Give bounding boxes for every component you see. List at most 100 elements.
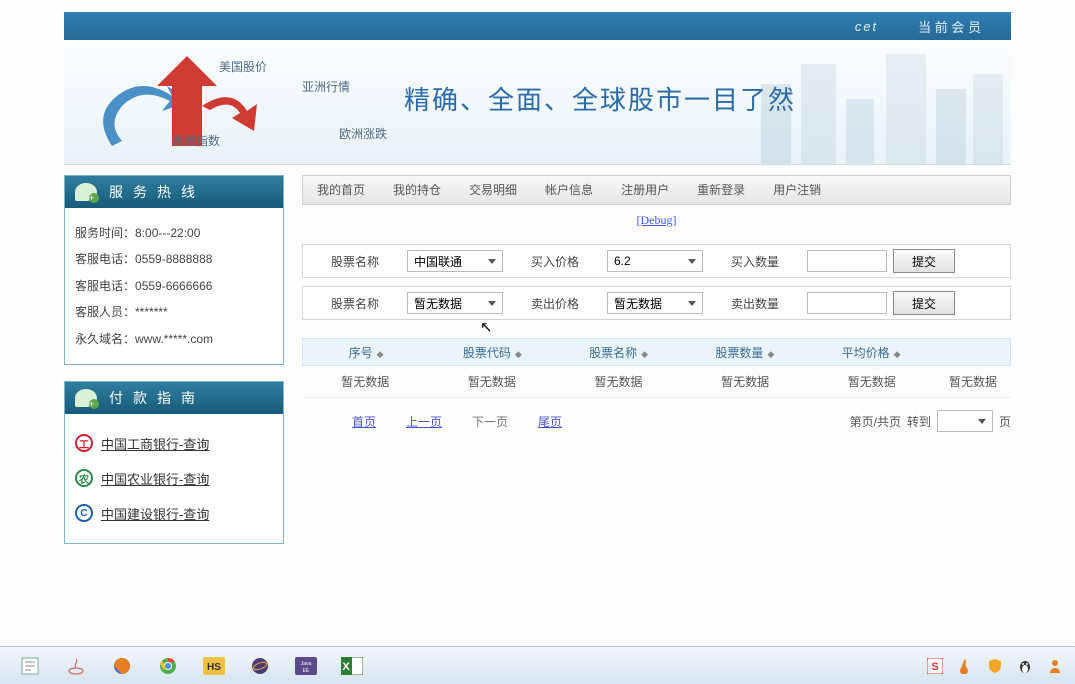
- td-empty: 暂无数据: [682, 373, 809, 390]
- th-seq[interactable]: 序号◆: [303, 344, 429, 361]
- th-qty[interactable]: 股票数量◆: [682, 344, 808, 361]
- flame-icon: [957, 658, 973, 674]
- brand-cet: cet: [855, 19, 878, 34]
- buy-qty-label: 买入数量: [709, 253, 801, 270]
- main-nav: 我的首页 我的持仓 交易明细 帐户信息 注册用户 重新登录 用户注销: [302, 175, 1011, 205]
- payguide-panel: 付款指南 工 中国工商银行-查询 农 中国农业银行-查询 C 中国建设银行-查询: [64, 381, 284, 544]
- hotline-title: 服务热线: [65, 176, 283, 208]
- main-area: 我的首页 我的持仓 交易明细 帐户信息 注册用户 重新登录 用户注销 [Debu…: [302, 175, 1011, 560]
- tray-icon-2[interactable]: [953, 651, 977, 681]
- pager-next[interactable]: 下一页: [472, 413, 508, 430]
- phone1-value: 0559-8888888: [135, 252, 212, 266]
- sell-submit-button[interactable]: 提交: [893, 291, 955, 315]
- buy-submit-button[interactable]: 提交: [893, 249, 955, 273]
- debug-row: [Debug]: [302, 205, 1011, 236]
- current-member-link[interactable]: 当 前 会 员: [918, 17, 981, 36]
- hotline-panel: 服务热线 服务时间：8:00---22:00 客服电话：0559-8888888…: [64, 175, 284, 365]
- svg-text:EE: EE: [303, 668, 310, 674]
- chevron-down-icon: [488, 259, 496, 264]
- hotline-body: 服务时间：8:00---22:00 客服电话：0559-8888888 客服电话…: [65, 208, 283, 364]
- sell-qty-input[interactable]: [807, 292, 887, 314]
- nav-home[interactable]: 我的首页: [303, 176, 379, 204]
- pager-goto-label: 转到: [907, 413, 931, 430]
- nav-relogin[interactable]: 重新登录: [683, 176, 759, 204]
- taskbar-app-8[interactable]: X: [330, 651, 374, 681]
- bank-link-ccb[interactable]: 中国建设银行-查询: [101, 504, 209, 523]
- holdings-table-head: 序号◆ 股票代码◆ 股票名称◆ 股票数量◆ 平均价格◆: [302, 338, 1011, 366]
- header-bar: cet 当 前 会 员: [64, 12, 1011, 40]
- ccb-icon: C: [75, 504, 93, 522]
- chrome-icon: [158, 656, 178, 676]
- buy-row: 股票名称 中国联通 买入价格 6.2 买入数量 提交: [302, 244, 1011, 278]
- taskbar-app-6[interactable]: [238, 651, 282, 681]
- phone2-value: 0559-6666666: [135, 279, 212, 293]
- taskbar-app-3[interactable]: [100, 651, 144, 681]
- pager-page-suffix: 页: [999, 413, 1011, 430]
- bank-item-ccb[interactable]: C 中国建设银行-查询: [75, 496, 273, 531]
- bubble-icon: [75, 183, 97, 201]
- banner-label-hk: 香港指数: [172, 132, 220, 149]
- bubble-icon: [75, 389, 97, 407]
- taskbar-app-5[interactable]: HS: [192, 651, 236, 681]
- th-name[interactable]: 股票名称◆: [556, 344, 682, 361]
- service-time-label: 服务时间：: [75, 220, 135, 246]
- sell-price-label: 卖出价格: [509, 295, 601, 312]
- buy-name-label: 股票名称: [309, 253, 401, 270]
- taskbar-app-4[interactable]: [146, 651, 190, 681]
- icbc-icon: 工: [75, 434, 93, 452]
- sogou-icon: S: [927, 658, 943, 674]
- sort-icon: ◆: [377, 349, 384, 359]
- sort-icon: ◆: [515, 349, 522, 359]
- pager-goto-select[interactable]: [937, 410, 993, 432]
- bank-link-abc[interactable]: 中国农业银行-查询: [101, 469, 209, 488]
- notepad-icon: [20, 656, 40, 676]
- banner-label-asia: 亚洲行情: [302, 78, 350, 95]
- banner-label-eu: 欧洲涨跌: [339, 125, 387, 142]
- pager-last[interactable]: 尾页: [538, 413, 562, 430]
- bank-list: 工 中国工商银行-查询 农 中国农业银行-查询 C 中国建设银行-查询: [65, 414, 283, 543]
- shield-icon: [987, 658, 1003, 674]
- sell-qty-label: 卖出数量: [709, 295, 801, 312]
- sell-name-select[interactable]: 暂无数据: [407, 292, 503, 314]
- chevron-down-icon: [688, 301, 696, 306]
- th-avg[interactable]: 平均价格◆: [808, 344, 934, 361]
- debug-link[interactable]: [Debug]: [637, 213, 677, 227]
- nav-account[interactable]: 帐户信息: [531, 176, 607, 204]
- th-code[interactable]: 股票代码◆: [429, 344, 555, 361]
- svg-text:X: X: [342, 661, 350, 673]
- sell-name-label: 股票名称: [309, 295, 401, 312]
- abc-icon: 农: [75, 469, 93, 487]
- pager: 首页 上一页 下一页 尾页 第页/共页 转到 页: [302, 398, 1011, 444]
- tray-icon-3[interactable]: [983, 651, 1007, 681]
- tray-icon-5[interactable]: [1043, 651, 1067, 681]
- pager-first[interactable]: 首页: [352, 413, 376, 430]
- staff-value: *******: [135, 305, 168, 319]
- sell-price-select[interactable]: 暂无数据: [607, 292, 703, 314]
- td-empty: 暂无数据: [808, 373, 935, 390]
- taskbar-app-1[interactable]: [8, 651, 52, 681]
- buy-price-select[interactable]: 6.2: [607, 250, 703, 272]
- nav-logout[interactable]: 用户注销: [759, 176, 835, 204]
- buy-qty-input[interactable]: [807, 250, 887, 272]
- nav-holdings[interactable]: 我的持仓: [379, 176, 455, 204]
- taskbar-app-2[interactable]: [54, 651, 98, 681]
- buy-name-select[interactable]: 中国联通: [407, 250, 503, 272]
- tray-sogou[interactable]: S: [923, 651, 947, 681]
- tray-icon-4[interactable]: [1013, 651, 1037, 681]
- payguide-title: 付款指南: [65, 382, 283, 414]
- sidebar: 服务热线 服务时间：8:00---22:00 客服电话：0559-8888888…: [64, 175, 284, 560]
- banner-label-us: 美国股价: [219, 58, 267, 75]
- svg-text:HS: HS: [207, 662, 221, 673]
- taskbar: HS JavaEE X S: [0, 646, 1075, 684]
- bank-item-icbc[interactable]: 工 中国工商银行-查询: [75, 426, 273, 461]
- svg-text:S: S: [931, 661, 938, 673]
- pager-prev[interactable]: 上一页: [406, 413, 442, 430]
- bank-link-icbc[interactable]: 中国工商银行-查询: [101, 434, 209, 453]
- nav-trades[interactable]: 交易明细: [455, 176, 531, 204]
- phone2-label: 客服电话：: [75, 273, 135, 299]
- taskbar-app-7[interactable]: JavaEE: [284, 651, 328, 681]
- td-empty: 暂无数据: [429, 373, 556, 390]
- nav-register[interactable]: 注册用户: [607, 176, 683, 204]
- bank-item-abc[interactable]: 农 中国农业银行-查询: [75, 461, 273, 496]
- sell-row: 股票名称 暂无数据 卖出价格 暂无数据 卖出数量 提交: [302, 286, 1011, 320]
